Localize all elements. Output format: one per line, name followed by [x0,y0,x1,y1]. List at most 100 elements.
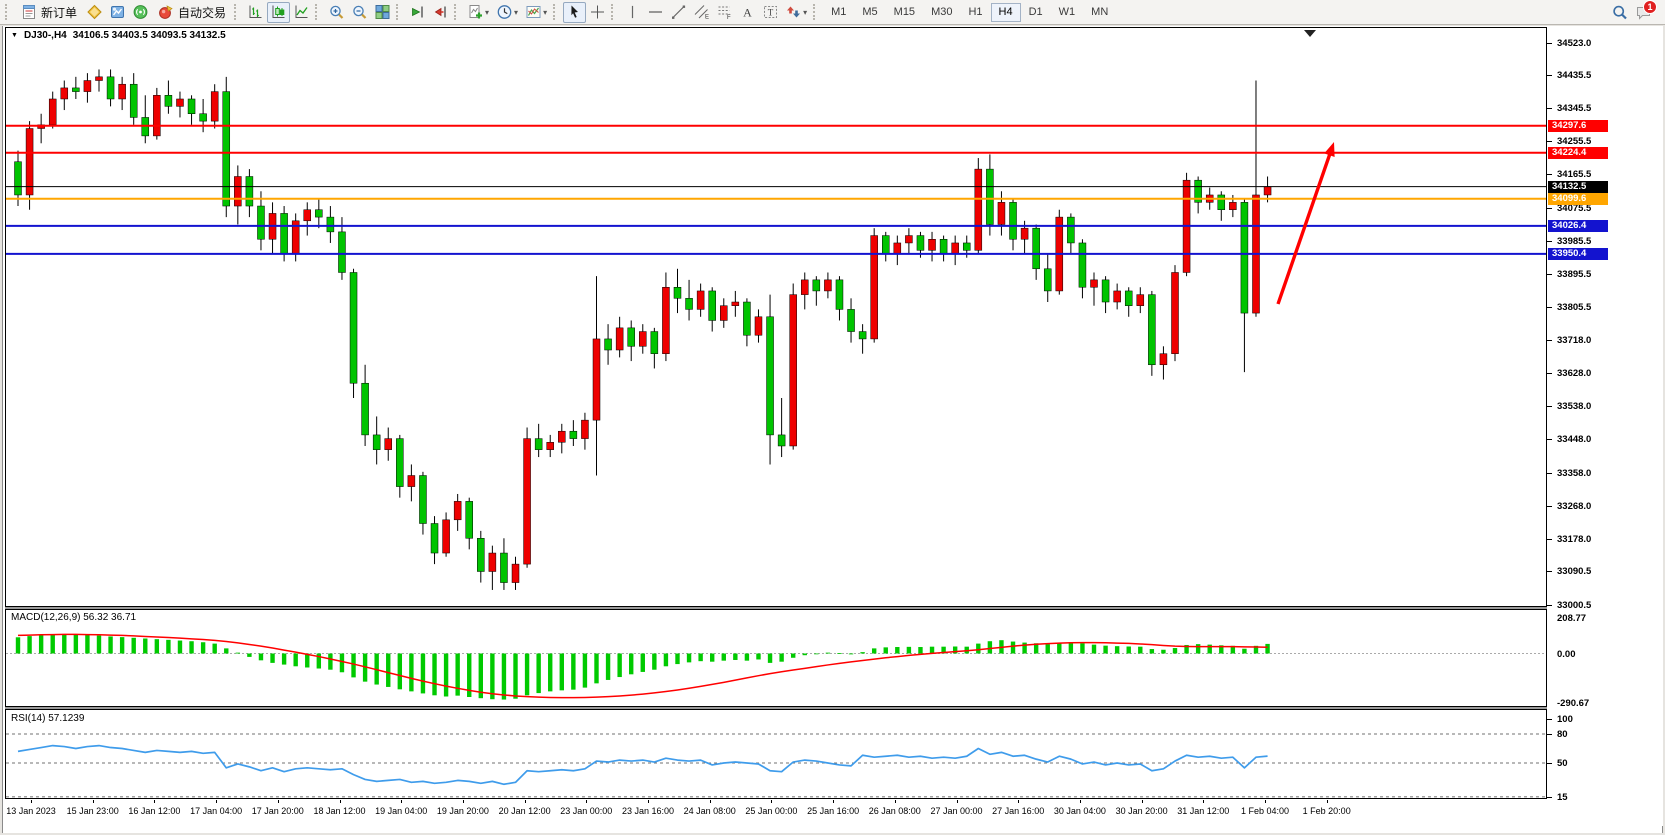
tile-windows-button[interactable] [371,2,394,23]
macd-histogram-bar [490,654,494,700]
macd-histogram-bar [16,637,20,653]
cursor-button[interactable] [563,2,586,23]
candle-body [327,217,334,232]
price-axis[interactable]: 34523.034435.534345.534255.534165.534075… [1547,26,1663,826]
toolbar-grip[interactable] [315,4,321,20]
arrows-tool-button[interactable]: ▾ [782,2,811,23]
templates-button[interactable]: ▾ [522,2,551,23]
candle-body [419,476,426,524]
collapse-triangle-icon[interactable]: ▼ [11,32,18,39]
timeframe-w1-button[interactable]: W1 [1051,3,1084,22]
candle-body [986,169,993,224]
timeframe-m5-button[interactable]: M5 [854,3,885,22]
toolbar-grip[interactable] [813,4,819,20]
rsi-panel[interactable] [5,709,1547,799]
text-label-icon: T [762,4,779,20]
macd-histogram-bar [571,654,575,690]
timeframe-m30-button[interactable]: M30 [923,3,960,22]
svg-text:A: A [743,6,752,20]
trendline-tool-button[interactable] [667,2,690,23]
time-axis-label: 27 Jan 00:00 [922,806,992,816]
candle-body [466,501,473,538]
price-tick-mark [1547,208,1552,209]
macd-histogram-bar [398,654,402,690]
chart-shift-button[interactable] [429,2,452,23]
auto-trading-button[interactable]: 自动交易 [152,2,232,23]
timeframe-h4-button[interactable]: H4 [991,3,1021,22]
macd-histogram-bar [444,654,448,697]
price-tick-label: 34435.5 [1557,70,1591,81]
auto-trading-icon [158,4,174,20]
signals-button[interactable] [129,2,152,23]
price-tick-mark [1547,141,1552,142]
candle-body [605,339,612,350]
macd-histogram-bar [120,637,124,653]
horizontal-line-tool-button[interactable] [644,2,667,23]
macd-histogram-bar [1127,647,1131,654]
macd-histogram-bar [791,654,795,658]
toolbar-grip[interactable] [611,4,617,20]
candle-body [72,88,79,92]
chart-shift-marker-icon[interactable] [1304,30,1316,37]
text-tool-button[interactable]: A [736,2,759,23]
candle-body [917,236,924,251]
toolbar-grip[interactable] [5,4,11,20]
time-axis[interactable]: 13 Jan 202315 Jan 23:0016 Jan 12:0017 Ja… [5,800,1545,824]
timeframe-mn-button[interactable]: MN [1083,3,1116,22]
market-watch-button[interactable] [83,2,106,23]
candle-body [535,439,542,450]
macd-histogram-bar [1080,643,1084,653]
zoom-in-button[interactable] [325,2,348,23]
search-button[interactable] [1608,2,1632,23]
candle-body [905,236,912,243]
channel-tool-button[interactable]: E [690,2,713,23]
macd-histogram-bar [282,654,286,665]
trend-arrow-head [1324,142,1334,157]
timeframe-h1-button[interactable]: H1 [960,3,990,22]
toolbar-grip[interactable] [234,4,240,20]
periods-button[interactable]: ▾ [493,2,522,23]
candle-body [547,442,554,449]
periods-dropdown-caret: ▾ [514,8,518,17]
macd-panel[interactable] [5,609,1547,707]
bar-chart-button[interactable] [244,2,267,23]
macd-axis-label: -290.67 [1557,698,1589,709]
candle-body [1010,202,1017,239]
candle-body [952,243,959,254]
candlestick-chart-button[interactable] [267,2,290,23]
market-watch-icon [86,4,103,20]
new-order-button[interactable]: 新订单 [15,2,83,23]
timeframe-m15-button[interactable]: M15 [886,3,923,22]
crosshair-button[interactable] [586,2,609,23]
candle-body [720,306,727,321]
indicators-button[interactable]: ▾ [464,2,493,23]
toolbar-grip[interactable] [553,4,559,20]
chart-shift-icon [432,4,449,20]
time-tick-mark [1080,800,1081,803]
toolbar-grip[interactable] [454,4,460,20]
timeframe-m1-button[interactable]: M1 [823,3,854,22]
price-tick-mark [1547,108,1552,109]
toolbar-grip[interactable] [396,4,402,20]
data-window-button[interactable] [106,2,129,23]
time-axis-label: 25 Jan 00:00 [736,806,806,816]
price-tick-label: 33000.5 [1557,600,1591,611]
time-tick-mark [1203,800,1204,803]
notifications-button[interactable]: 1 [1632,2,1656,23]
macd-histogram-bar [293,654,297,667]
auto-scroll-button[interactable] [406,2,429,23]
periods-clock-icon [496,4,513,20]
vertical-line-tool-button[interactable] [621,2,644,23]
zoom-out-button[interactable] [348,2,371,23]
time-tick-mark [833,800,834,803]
chart-header[interactable]: ▼ DJ30-,H4 34106.5 34403.5 34093.5 34132… [11,30,226,41]
candle-body [558,431,565,442]
fibonacci-tool-button[interactable]: F [713,2,736,23]
line-chart-button[interactable] [290,2,313,23]
main-price-chart[interactable] [5,27,1547,607]
candlestick-chart-icon [270,4,287,20]
text-label-tool-button[interactable]: T [759,2,782,23]
candle-body [281,213,288,254]
timeframe-d1-button[interactable]: D1 [1021,3,1051,22]
candle-body [1102,280,1109,302]
